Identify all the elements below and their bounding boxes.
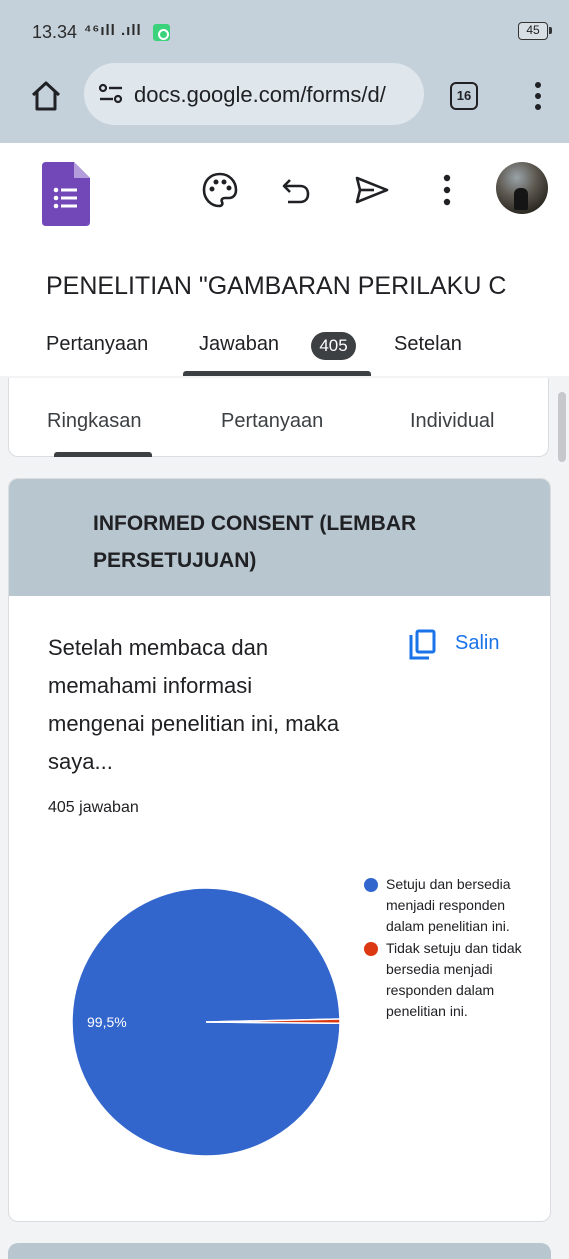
status-bar: 13.34 ⁴⁶ıll .ıll 45: [0, 0, 569, 62]
copy-chart-button[interactable]: Salin: [407, 629, 517, 663]
subtab-summary[interactable]: Ringkasan: [47, 410, 142, 433]
legend-label: Setuju dan bersedia menjadi responden da…: [386, 876, 511, 934]
subtab-individual[interactable]: Individual: [410, 410, 495, 433]
battery-icon: 45: [518, 22, 552, 40]
browser-chrome: 13.34 ⁴⁶ıll .ıll 45 docs.google.com/form…: [0, 0, 569, 143]
tab-responses[interactable]: Jawaban: [199, 333, 279, 356]
palette-icon[interactable]: [200, 170, 240, 210]
notification-app-icon: [153, 24, 170, 41]
more-vert-icon[interactable]: [427, 170, 467, 210]
scrollbar[interactable]: [558, 392, 566, 462]
site-settings-icon[interactable]: [98, 82, 124, 106]
copy-label: Salin: [455, 632, 500, 654]
copy-icon: [407, 629, 437, 661]
url-text: docs.google.com/forms/d/: [134, 82, 386, 107]
section-title: INFORMED CONSENT (LEMBAR PERSETUJUAN): [93, 512, 417, 572]
send-icon[interactable]: [352, 170, 392, 210]
next-section-header: [8, 1243, 551, 1259]
chart-legend: Setuju dan bersedia menjadi responden da…: [364, 874, 524, 1023]
section-header: INFORMED CONSENT (LEMBAR PERSETUJUAN): [9, 479, 550, 596]
active-subtab-indicator: [54, 452, 152, 457]
question-text: Setelah membaca dan memahami informasi m…: [48, 635, 340, 774]
avatar[interactable]: [496, 162, 548, 214]
legend-item-0: Setuju dan bersedia menjadi responden da…: [364, 874, 524, 937]
signal-icon: ⁴⁶ıll .ıll: [84, 22, 142, 39]
response-count: 405 jawaban: [48, 799, 139, 816]
legend-label: Tidak setuju dan tidak bersedia menjadi …: [386, 940, 522, 1019]
subtab-question[interactable]: Pertanyaan: [221, 410, 323, 433]
legend-swatch: [364, 878, 378, 892]
home-icon[interactable]: [28, 78, 64, 114]
responses-count-badge: 405: [311, 332, 356, 360]
tabs-icon[interactable]: 16: [450, 82, 478, 110]
more-vert-icon[interactable]: [528, 80, 548, 112]
undo-icon[interactable]: [276, 170, 316, 210]
pie-data-label-0: 99,5%: [87, 1014, 127, 1030]
legend-item-1: Tidak setuju dan tidak bersedia menjadi …: [364, 938, 524, 1022]
status-time: 13.34: [32, 22, 78, 42]
google-forms-logo[interactable]: [42, 162, 90, 226]
form-title: PENELITIAN "GAMBARAN PERILAKU C: [46, 272, 507, 300]
tab-settings[interactable]: Setelan: [394, 333, 462, 356]
question-summary-card: INFORMED CONSENT (LEMBAR PERSETUJUAN) Se…: [8, 478, 551, 1222]
tab-questions[interactable]: Pertanyaan: [46, 333, 148, 356]
pie-chart: 99,5%: [71, 887, 341, 1157]
legend-swatch: [364, 942, 378, 956]
address-bar[interactable]: docs.google.com/forms/d/: [84, 63, 424, 125]
